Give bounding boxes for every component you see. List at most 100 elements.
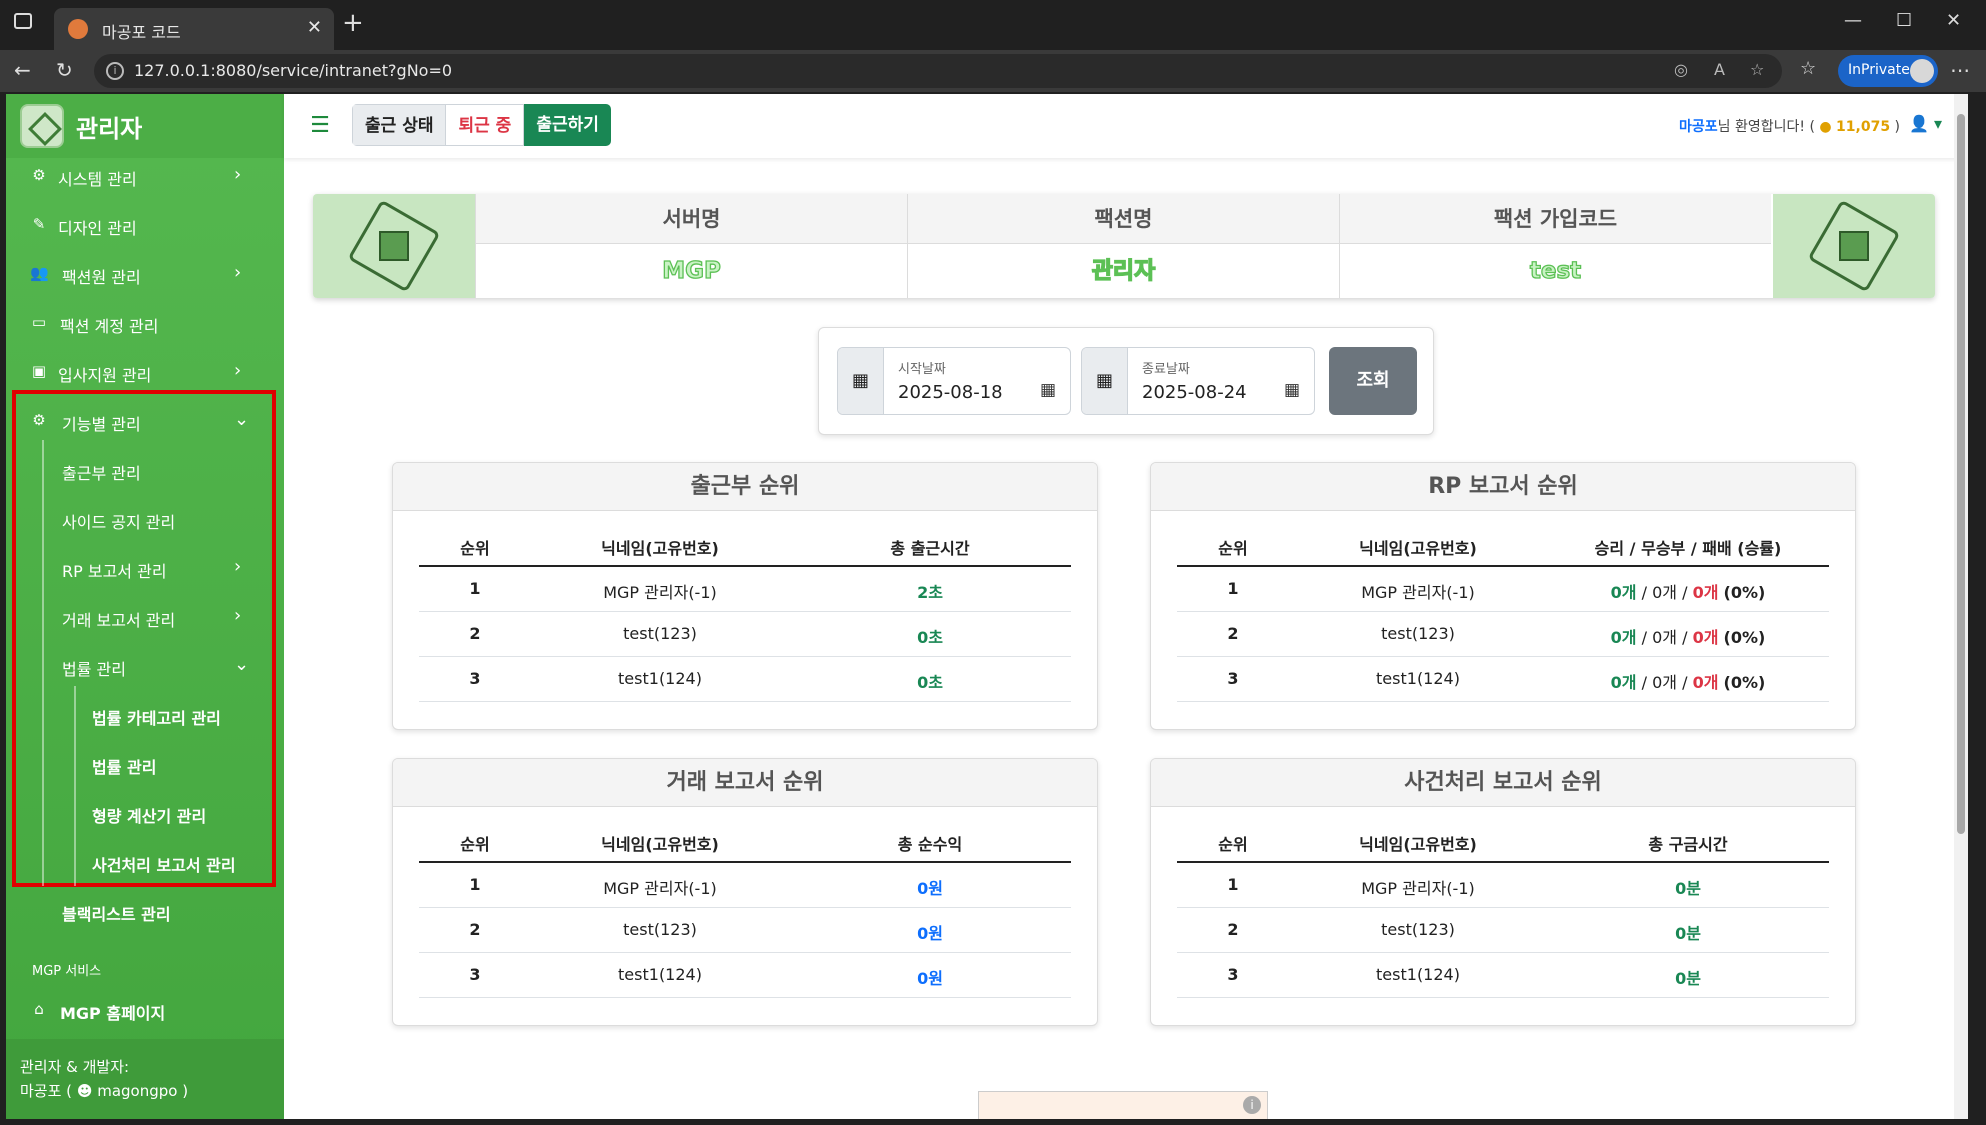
draw-count: 0개: [1652, 673, 1677, 692]
card-title: 거래 보고서 순위: [393, 759, 1097, 807]
sidebar-item-members[interactable]: 👥 팩션원 관리 ›: [6, 254, 284, 294]
sidebar-item-label: 팩션원 관리: [62, 268, 141, 287]
table-header: 순위 닉네임(고유번호) 총 출근시간: [419, 523, 1071, 567]
url-text[interactable]: 127.0.0.1:8080/service/intranet?gNo=0: [134, 61, 452, 80]
rank-cell: 2: [1227, 624, 1239, 643]
window-menu-icon[interactable]: [14, 13, 32, 29]
clock-in-button[interactable]: 출근하기: [524, 104, 611, 146]
sidebar-item-features[interactable]: ⚙ 기능별 관리 ⌄: [6, 401, 284, 441]
table-header: 순위 닉네임(고유번호) 총 순수익: [419, 819, 1071, 863]
top-navbar: ☰ 출근 상태 퇴근 중 출근하기 마공포님 환영합니다! ( ● 11,075…: [284, 94, 1968, 158]
rank-cell: 2: [1227, 920, 1239, 939]
sidebar-item-sentence-calc[interactable]: 형량 계산기 관리: [6, 793, 284, 833]
value-cell: 0원: [917, 879, 943, 898]
sidebar-item-blacklist[interactable]: 블랙리스트 관리: [6, 891, 284, 931]
sidebar-item-label: 시스템 관리: [58, 170, 137, 189]
sidebar-item-design[interactable]: ✎ 디자인 관리: [6, 205, 284, 245]
profile-avatar: [1910, 59, 1934, 83]
record-cell: 0개 / 0개 / 0개 (0%): [1610, 583, 1766, 602]
sidebar-item-incident-report[interactable]: 사건처리 보고서 관리: [6, 842, 284, 882]
welcome-message: 마공포님 환영합니다! ( ● 11,075 ): [1679, 116, 1900, 136]
sidebar-item-system[interactable]: ⚙ 시스템 관리 ›: [6, 156, 284, 196]
win-rate: (0%): [1723, 583, 1766, 602]
draw-count: 0개: [1652, 628, 1677, 647]
start-date-field[interactable]: ▦ 시작날짜 2025-08-18 ▦: [837, 347, 1071, 415]
reload-icon[interactable]: ↻: [56, 58, 73, 82]
inprivate-badge[interactable]: InPrivate: [1838, 55, 1938, 87]
footer-discord-handle[interactable]: magongpo ): [97, 1082, 188, 1100]
close-tab-icon[interactable]: ✕: [307, 17, 322, 38]
browser-titlebar: 마공포 코드 ✕ + — ☐ ✕: [0, 0, 1986, 50]
sidebar-item-applications[interactable]: ▣ 입사지원 관리 ›: [6, 352, 284, 392]
sidebar-item-law-manage[interactable]: 법률 관리: [6, 744, 284, 784]
users-icon: 👥: [30, 264, 49, 282]
sidebar-brand[interactable]: 관리자: [6, 94, 284, 158]
minimize-icon[interactable]: —: [1844, 10, 1862, 31]
sidebar-toggle-icon[interactable]: ☰: [298, 106, 342, 146]
read-aloud-icon[interactable]: A: [1714, 60, 1725, 79]
welcome-close: ): [1890, 119, 1900, 135]
table-row: 1 MGP 관리자(-1) 2초: [419, 567, 1071, 612]
chevron-right-icon: ›: [234, 262, 242, 283]
tracking-prevention-icon[interactable]: ◎: [1674, 60, 1688, 79]
date-picker-icon[interactable]: ▦: [1040, 380, 1056, 400]
favorites-icon[interactable]: ☆: [1800, 58, 1816, 79]
value-cell: 0분: [1675, 969, 1701, 988]
end-date-field[interactable]: ▦ 종료날짜 2025-08-24 ▦: [1081, 347, 1315, 415]
site-info-icon[interactable]: i: [106, 62, 124, 80]
maximize-icon[interactable]: ☐: [1896, 10, 1912, 31]
search-button[interactable]: 조회: [1329, 347, 1417, 415]
chevron-right-icon: ›: [234, 360, 242, 381]
start-date-value[interactable]: 2025-08-18: [898, 382, 1003, 403]
coin-icon: ●: [1819, 119, 1832, 135]
chevron-down-icon: ⌄: [234, 654, 250, 675]
sidebar-item-label: 사이드 공지 관리: [62, 513, 176, 532]
chevron-right-icon: ›: [234, 605, 242, 626]
sidebar-item-home[interactable]: ⌂ MGP 홈페이지: [6, 990, 284, 1030]
brand-logo-icon: [20, 104, 64, 148]
close-window-icon[interactable]: ✕: [1946, 10, 1961, 31]
more-options-icon[interactable]: ⋯: [1950, 58, 1970, 82]
table-row: 1 MGP 관리자(-1) 0원: [419, 863, 1071, 908]
rank-cell: 1: [469, 579, 481, 598]
sidebar-item-side-notice[interactable]: 사이드 공지 관리: [6, 499, 284, 539]
attendance-group: 출근 상태 퇴근 중 출근하기: [352, 104, 611, 146]
column-header: 닉네임(고유번호): [1359, 835, 1477, 854]
address-bar[interactable]: i 127.0.0.1:8080/service/intranet?gNo=0 …: [94, 54, 1782, 88]
nickname-cell: test1(124): [618, 669, 702, 688]
footer-credit-name: 마공포 (: [20, 1082, 73, 1100]
ad-banner[interactable]: i: [978, 1091, 1268, 1119]
chevron-right-icon: ›: [234, 556, 242, 577]
value-cell: 0원: [917, 924, 943, 943]
server-name-header: 서버명: [476, 194, 907, 244]
page-scrollbar[interactable]: [1954, 94, 1968, 1119]
rank-cell: 3: [469, 669, 481, 688]
sidebar-item-trade-report[interactable]: 거래 보고서 관리 ›: [6, 597, 284, 637]
table-header: 순위 닉네임(고유번호) 승리 / 무승부 / 패배 (승률): [1177, 523, 1829, 567]
sidebar-item-rp-report[interactable]: RP 보고서 관리 ›: [6, 548, 284, 588]
sidebar-item-law[interactable]: 법률 관리 ⌄: [6, 646, 284, 686]
new-tab-icon[interactable]: +: [342, 8, 364, 38]
nickname-cell: test(123): [1381, 624, 1455, 643]
win-rate: (0%): [1723, 673, 1766, 692]
end-date-value[interactable]: 2025-08-24: [1142, 382, 1247, 403]
column-header: 총 구금시간: [1648, 835, 1728, 854]
chevron-right-icon: ›: [234, 164, 242, 185]
gear-icon: ⚙: [32, 166, 46, 184]
browser-tab[interactable]: 마공포 코드 ✕: [54, 8, 334, 50]
loss-count: 0개: [1692, 628, 1719, 647]
info-icon[interactable]: i: [1243, 1096, 1261, 1114]
nickname-cell: test1(124): [618, 965, 702, 984]
date-picker-icon[interactable]: ▦: [1284, 380, 1300, 400]
sidebar-item-accounts[interactable]: ▭ 팩션 계정 관리: [6, 303, 284, 343]
attendance-label: 출근 상태: [352, 104, 446, 146]
user-menu-icon[interactable]: 👤 ▾: [1909, 114, 1942, 133]
favorite-star-icon[interactable]: ☆: [1750, 60, 1764, 79]
sidebar: 관리자 ⚙ 시스템 관리 › ✎ 디자인 관리 👥 팩션원 관리 › ▭ 팩션 …: [6, 94, 284, 1119]
end-date-label: 종료날짜: [1142, 362, 1190, 377]
sidebar-item-law-category[interactable]: 법률 카테고리 관리: [6, 695, 284, 735]
scrollbar-thumb[interactable]: [1957, 114, 1965, 834]
back-icon[interactable]: ←: [14, 58, 31, 82]
sidebar-item-attendance[interactable]: 출근부 관리: [6, 450, 284, 490]
table-row: 2 test(123) 0원: [419, 908, 1071, 953]
